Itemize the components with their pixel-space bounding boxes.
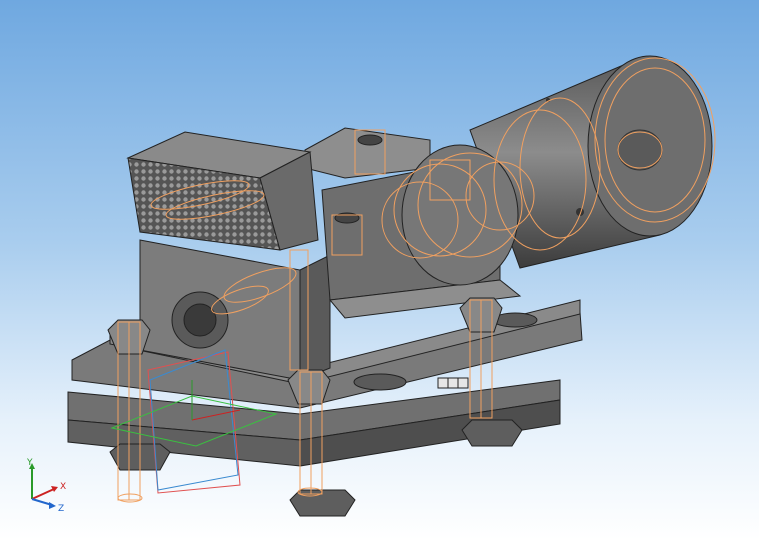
motor-cylinder[interactable] xyxy=(401,55,713,286)
z-axis-label: Z xyxy=(58,504,64,514)
x-axis-label: X xyxy=(60,482,66,492)
3d-viewport[interactable]: Y X Z xyxy=(0,0,759,540)
assembly-model[interactable] xyxy=(0,0,759,540)
x-axis-arrow xyxy=(31,488,55,500)
y-axis-label: Y xyxy=(26,458,33,468)
jaw-block[interactable] xyxy=(126,131,319,251)
axis-triad: Y X Z xyxy=(26,458,66,514)
